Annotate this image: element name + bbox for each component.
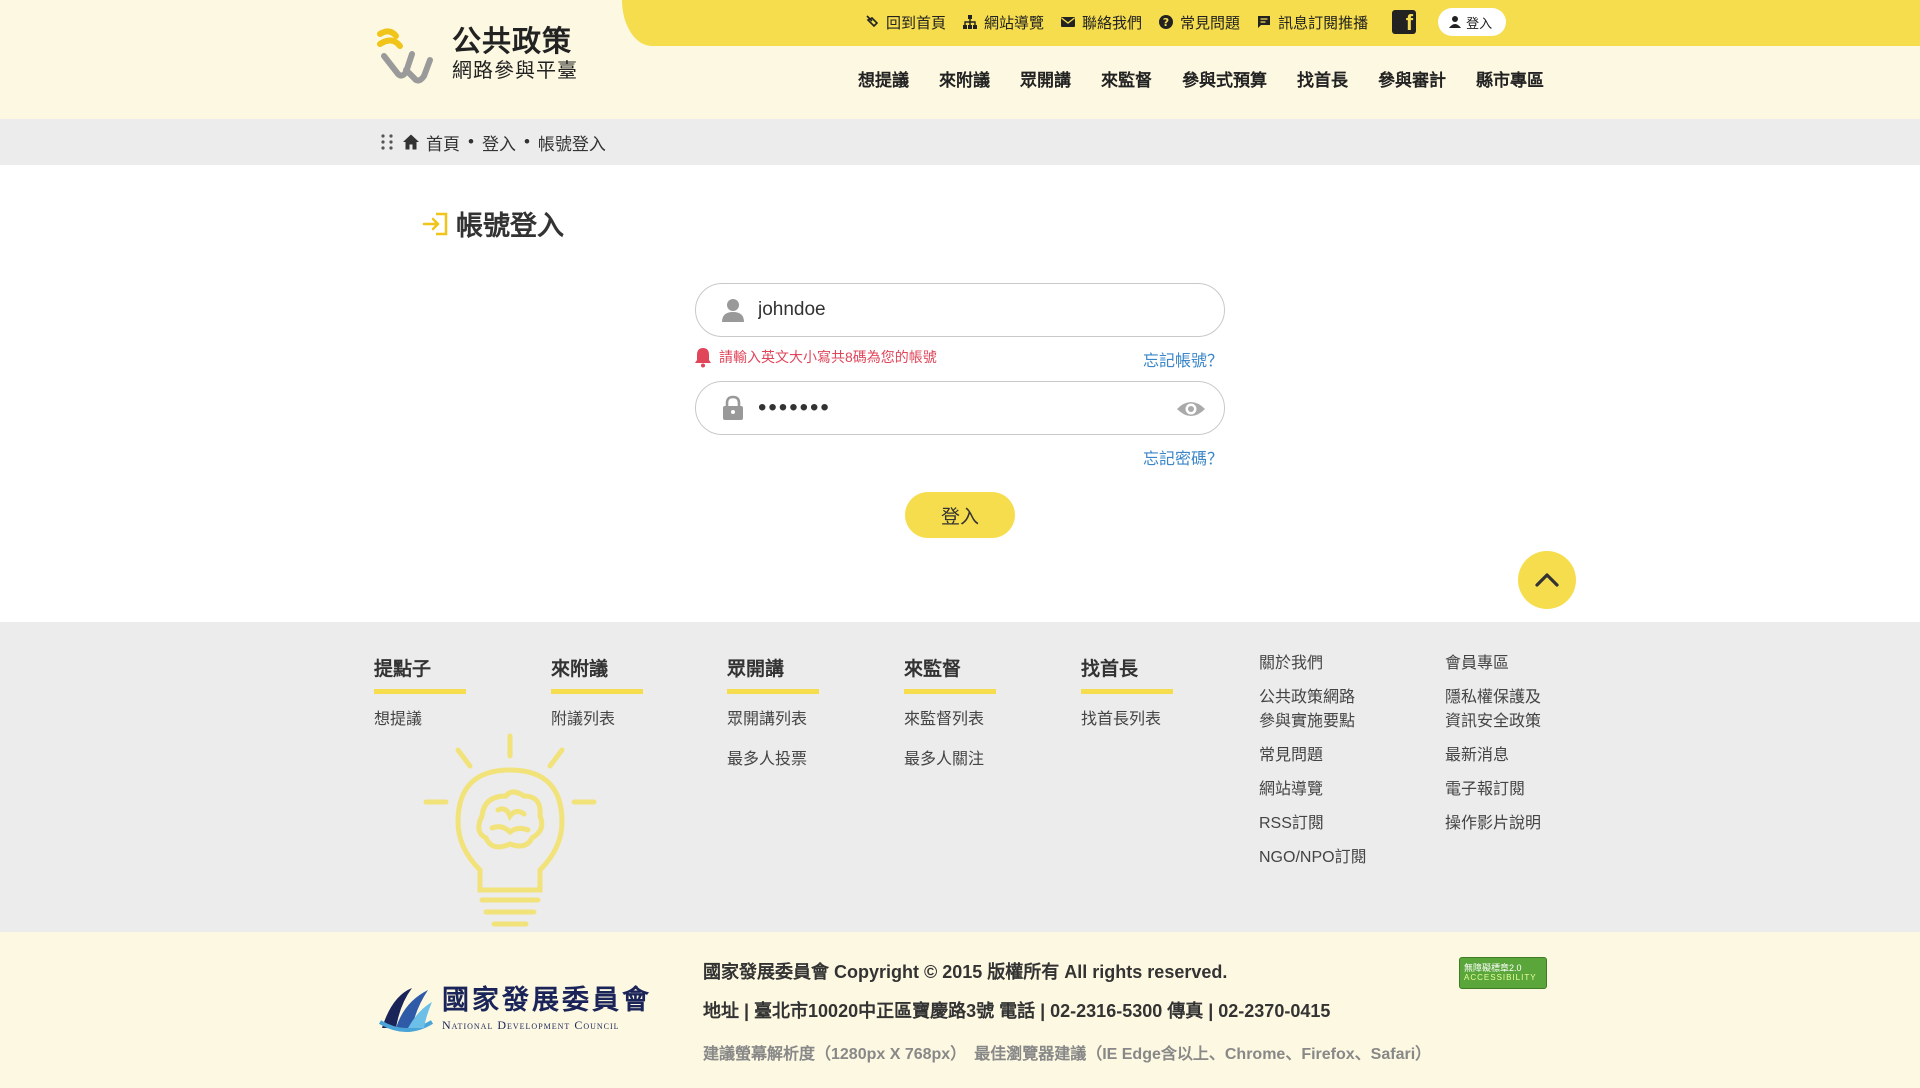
footer-link[interactable]: 最多人投票	[727, 748, 819, 772]
footer-link[interactable]: 網站導覽	[1259, 778, 1367, 802]
back-to-top-button[interactable]	[1518, 551, 1576, 609]
footer-link[interactable]: 想提議	[374, 708, 466, 732]
footer-col-underline	[904, 689, 996, 694]
footer-link[interactable]: 最多人關注	[904, 748, 996, 772]
chevron-up-icon	[1535, 573, 1559, 587]
nav-budget[interactable]: 參與式預算	[1182, 66, 1267, 91]
footer-link[interactable]: 隱私權保護及 資訊安全政策	[1445, 686, 1541, 734]
grip-dots-icon	[381, 134, 393, 150]
password-input[interactable]	[758, 394, 1158, 422]
footer-col-underline	[551, 689, 643, 694]
mail-icon	[1061, 17, 1076, 27]
footer-link[interactable]: RSS訂閱	[1259, 812, 1367, 836]
footer-col-title: 找首長	[1081, 659, 1139, 680]
copyright-text: 國家發展委員會 Copyright © 2015 版權所有 All rights…	[703, 962, 1228, 982]
sign-in-icon	[422, 212, 448, 235]
nav-supervise[interactable]: 來監督	[1101, 66, 1152, 91]
nav-propose[interactable]: 想提議	[858, 66, 909, 91]
site-header: 公共政策 網路參與平臺 回到首頁 網站導覽 聯絡我們 ? 常見問題 訊息訂閱推播…	[0, 0, 1920, 119]
util-contact-link[interactable]: 聯絡我們	[1060, 12, 1142, 33]
footer-link[interactable]: 常見問題	[1259, 744, 1367, 768]
username-hint: 請輸入英文大小寫共8碼為您的帳號	[693, 346, 937, 368]
lightbulb-illustration-icon	[423, 733, 597, 927]
browser-recommendation: 建議螢幕解析度（1280px X 768px） 最佳瀏覽器建議（IE Edge含…	[703, 1046, 1432, 1063]
footer-col-title: 來附議	[551, 659, 609, 680]
eye-icon[interactable]	[1176, 397, 1206, 421]
address-text: 地址 | 臺北市10020中正區寶慶路3號 電話 | 02-2316-5300 …	[703, 1001, 1331, 1021]
footer-link[interactable]: 來監督列表	[904, 708, 996, 732]
main-nav: 想提議 來附議 眾開講 來監督 參與式預算 找首長 參與審計 縣市專區	[828, 66, 1544, 91]
breadcrumb-login[interactable]: 登入	[482, 130, 516, 155]
nav-audit[interactable]: 參與審計	[1378, 66, 1446, 91]
footer-col-about: 關於我們 公共政策網路 參與實施要點 常見問題 網站導覽 RSS訂閱 NGO/N…	[1259, 652, 1367, 880]
util-home-link[interactable]: 回到首頁	[864, 12, 946, 33]
footer-col-underline	[727, 689, 819, 694]
breadcrumb-separator: •	[523, 132, 530, 151]
logo-mark-icon	[377, 28, 433, 84]
username-input[interactable]	[758, 299, 1158, 321]
forgot-account-link[interactable]: 忘記帳號？	[1143, 347, 1223, 371]
util-sitemap-link[interactable]: 網站導覽	[962, 12, 1044, 33]
ndc-logo[interactable]: 國家發展委員會 National Development Council	[378, 982, 652, 1038]
ndc-name-en: National Development Council	[442, 1018, 620, 1032]
login-submit-button[interactable]: 登入	[905, 492, 1015, 538]
util-subscribe-link[interactable]: 訊息訂閱推播	[1256, 12, 1368, 33]
breadcrumb-bar: 首頁 • 登入 • 帳號登入	[0, 119, 1920, 165]
footer-link[interactable]: 找首長列表	[1081, 708, 1173, 732]
page-title: 帳號登入	[422, 204, 564, 243]
footer-col-underline	[1081, 689, 1173, 694]
footer-col-title: 眾開講	[727, 659, 785, 680]
lock-icon	[723, 395, 743, 420]
accessibility-badge[interactable]: 無障礙標章2.0 ACCESSIBILITY	[1459, 957, 1547, 989]
footer-col-leaders: 找首長 找首長列表	[1081, 654, 1173, 748]
footer-nav: 提點子 想提議 來附議 附議列表 眾開講 眾開講列表 最多人投票 來監督 來監督…	[0, 622, 1920, 932]
site-logo[interactable]: 公共政策 網路參與平臺	[376, 24, 578, 84]
breadcrumb-current: 帳號登入	[537, 134, 606, 154]
footer-col-member: 會員專區 隱私權保護及 資訊安全政策 最新消息 電子報訂閱 操作影片說明	[1445, 652, 1541, 846]
footer-col-supervise: 來監督 來監督列表 最多人關注	[904, 654, 996, 788]
bell-icon	[695, 348, 711, 368]
nav-leaders[interactable]: 找首長	[1297, 66, 1348, 91]
breadcrumb: 首頁 • 登入 • 帳號登入	[380, 119, 606, 165]
user-icon	[722, 299, 744, 322]
logo-title: 公共政策	[452, 25, 573, 58]
ndc-name-cn: 國家發展委員會	[442, 985, 652, 1016]
header-login-button[interactable]: 登入	[1438, 8, 1507, 36]
sitemap-icon	[963, 15, 978, 29]
footer-link[interactable]: 會員專區	[1445, 652, 1541, 676]
footer-link[interactable]: 電子報訂閱	[1445, 778, 1541, 802]
footer-link[interactable]: 操作影片說明	[1445, 812, 1541, 836]
chat-icon	[1258, 16, 1271, 28]
utility-links: 回到首頁 網站導覽 聯絡我們 ? 常見問題 訊息訂閱推播 f 登入	[864, 8, 1507, 36]
footer-link[interactable]: 關於我們	[1259, 652, 1367, 676]
ndc-emblem-icon	[378, 988, 434, 1032]
footer-link[interactable]: 最新消息	[1445, 744, 1541, 768]
nav-county[interactable]: 縣市專區	[1476, 66, 1544, 91]
forgot-password-link[interactable]: 忘記密碼？	[1143, 445, 1223, 469]
footer-bottom: 國家發展委員會 National Development Council 國家發…	[0, 932, 1920, 1088]
footer-link[interactable]: 公共政策網路 參與實施要點	[1259, 686, 1367, 734]
user-icon	[1449, 16, 1462, 28]
username-field[interactable]	[695, 283, 1225, 337]
footer-col-underline	[374, 689, 466, 694]
footer-link[interactable]: 眾開講列表	[727, 708, 819, 732]
footer-link[interactable]: 附議列表	[551, 708, 643, 732]
footer-col-title: 提點子	[374, 659, 432, 680]
breadcrumb-separator: •	[468, 132, 474, 151]
nav-discuss[interactable]: 眾開講	[1020, 66, 1071, 91]
password-field[interactable]	[695, 381, 1225, 435]
breadcrumb-home[interactable]: 首頁	[426, 130, 460, 155]
question-circle-icon: ?	[1159, 15, 1174, 29]
facebook-icon[interactable]: f	[1392, 10, 1417, 34]
footer-col-discuss: 眾開講 眾開講列表 最多人投票	[727, 654, 819, 788]
hand-pointer-icon	[866, 15, 879, 28]
logo-subtitle: 網路參與平臺	[452, 59, 578, 82]
footer-link[interactable]: NGO/NPO訂閱	[1259, 846, 1367, 870]
footer-col-title: 來監督	[904, 659, 962, 680]
util-faq-link[interactable]: ? 常見問題	[1158, 12, 1240, 33]
svg-text:?: ?	[1163, 16, 1169, 29]
home-icon	[403, 134, 419, 150]
nav-second[interactable]: 來附議	[939, 66, 990, 91]
